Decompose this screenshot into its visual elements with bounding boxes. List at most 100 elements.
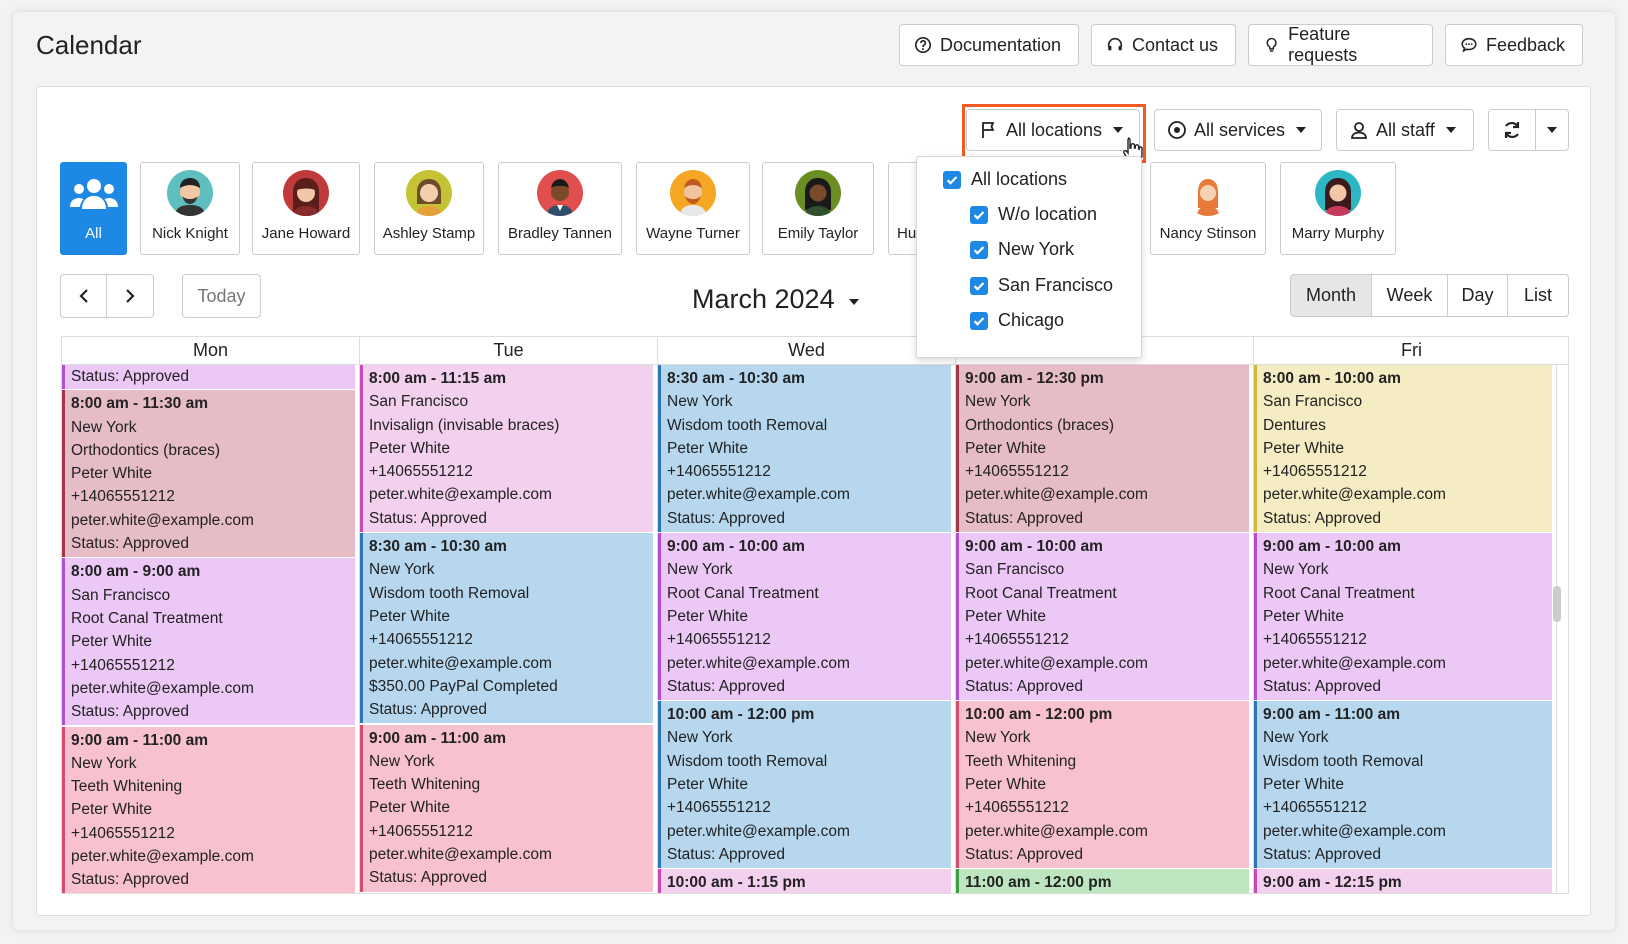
day-column-thu: 9:00 am - 12:30 pm New York Orthodontics (… [956,365,1254,893]
event-line: New York [369,561,435,579]
staff-filter[interactable]: All staff [1336,109,1474,151]
staff-filter-label: All staff [1376,119,1435,140]
calendar-event[interactable]: Status: Approved [62,365,355,390]
event-time: 9:00 am - 12:15 pm [1263,874,1402,892]
calendar-event[interactable]: 9:00 am - 10:00 am New York Root Canal Tre… [658,533,951,701]
page-title: Calendar [36,30,142,60]
calendar-event[interactable]: 8:30 am - 10:30 am New York Wisdom tooth R… [360,533,653,724]
view-week-button[interactable]: Week [1371,274,1448,317]
event-line: New York [71,418,137,436]
checkbox-checked-icon[interactable] [970,240,988,259]
feature-requests-button[interactable]: Feature requests [1248,24,1433,66]
location-option-label: All locations [971,169,1068,189]
event-line: San Francisco [1263,393,1363,411]
scrollbar-track[interactable] [1557,365,1568,893]
location-option-new-york[interactable]: New York [970,239,1074,260]
services-filter[interactable]: All services [1154,109,1322,151]
calendar-event[interactable]: 9:00 am - 12:15 pm [1254,869,1552,893]
staff-item-nick-knight[interactable]: Nick Knight [140,162,240,255]
checkbox-checked-icon[interactable] [970,311,988,330]
calendar-event[interactable]: 9:00 am - 11:00 am New York Teeth Whitenin… [62,726,355,893]
location-option-label: W/o location [998,204,1098,224]
checkbox-checked-icon[interactable] [943,170,961,189]
calendar-event[interactable]: 8:00 am - 11:15 am San Francisco Invisalig… [360,365,653,533]
event-line: Teeth Whitening [369,776,481,794]
staff-name: Nick Knight [152,225,228,242]
event-time: 9:00 am - 10:00 am [667,538,805,556]
feedback-button[interactable]: Feedback [1445,24,1583,66]
calendar-event[interactable]: 8:00 am - 9:00 am San Francisco Root Canal… [62,558,355,726]
event-time: 9:00 am - 10:00 am [1263,538,1401,556]
calendar-event[interactable]: 8:00 am - 10:00 am San Francisco Dentures P… [1254,365,1552,533]
day-column-wed: 8:30 am - 10:30 am New York Wisdom tooth R… [658,365,956,893]
staff-name: Bradley Tannen [508,225,612,242]
refresh-options-toggle[interactable] [1535,109,1569,151]
contact-us-button[interactable]: Contact us [1091,24,1236,66]
chevron-right-icon [126,289,135,303]
event-time: 8:00 am - 9:00 am [71,563,201,581]
event-line: Peter White [965,776,1046,794]
refresh-icon [1504,121,1520,139]
calendar-event[interactable]: 9:00 am - 10:00 am New York Root Canal Tre… [1254,533,1552,701]
next-button[interactable] [106,274,154,318]
day-column-tue: 8:00 am - 11:15 am San Francisco Invisalig… [360,365,658,893]
calendar-event[interactable]: 9:00 am - 11:00 am New York Wisdom tooth R… [1254,701,1552,869]
view-list-button[interactable]: List [1507,274,1569,317]
staff-item-nancy-stinson[interactable]: Nancy Stinson [1150,162,1266,255]
location-option-wo-location[interactable]: W/o location [970,204,1097,225]
event-line: New York [667,393,733,411]
event-line: peter.white@example.com [369,486,552,504]
event-time: 9:00 am - 12:30 pm [965,370,1104,387]
refresh-button[interactable] [1488,109,1536,151]
staff-item-wayne-turner[interactable]: Wayne Turner [636,162,750,255]
event-line: peter.white@example.com [71,679,254,697]
event-line: Status: Approved [965,677,1084,695]
checkbox-checked-icon[interactable] [970,276,988,295]
event-line: peter.white@example.com [369,845,552,863]
calendar-event[interactable]: 9:00 am - 10:00 am San Francisco Root Cana… [956,533,1249,701]
event-line: Peter White [667,776,748,794]
calendar-event[interactable]: 11:00 am - 12:00 pm [956,869,1249,893]
event-time: 9:00 am - 11:00 am [71,731,209,749]
event-time: 9:00 am - 10:00 am [965,538,1103,556]
location-option-san-francisco[interactable]: San Francisco [970,275,1113,296]
staff-item-ashley-stamp[interactable]: Ashley Stamp [374,162,484,255]
staff-item-jane-howard[interactable]: Jane Howard [252,162,360,255]
calendar-event[interactable]: 10:00 am - 12:00 pm New York Teeth Whiteni… [956,701,1249,869]
event-line: Status: Approved [667,677,786,695]
calendar-event[interactable]: 8:30 am - 10:30 am New York Wisdom tooth R… [658,365,951,533]
view-week-label: Week [1386,285,1433,305]
prev-button[interactable] [60,274,107,318]
calendar-event[interactable]: 10:00 am - 12:00 pm New York Wisdom tooth … [658,701,951,869]
chevron-down-icon [1296,127,1307,133]
staff-item-bradley-tannen[interactable]: Bradley Tannen [498,162,622,255]
scrollbar-thumb[interactable] [1553,586,1561,622]
location-option-all[interactable]: All locations [943,169,1067,190]
view-month-button[interactable]: Month [1290,274,1372,317]
staff-item-emily-taylor[interactable]: Emily Taylor [762,162,874,255]
event-time: 9:00 am - 11:00 am [369,729,507,747]
documentation-button[interactable]: Documentation [899,24,1079,66]
event-line: Status: Approved [369,509,488,527]
view-day-button[interactable]: Day [1447,274,1508,317]
calendar-event[interactable]: 9:00 am - 12:30 pm New York Orthodontics (… [956,365,1249,533]
location-option-label: New York [998,239,1075,259]
event-line: Root Canal Treatment [965,584,1117,602]
staff-name: Jane Howard [261,225,351,242]
calendar-event[interactable]: 10:00 am - 1:15 pm [658,869,951,893]
view-list-label: List [1523,285,1552,305]
event-line: Status: Approved [667,845,786,863]
calendar-event[interactable]: 9:00 am - 11:00 am New York Teeth Whitenin… [360,724,653,892]
event-line: New York [667,729,733,747]
staff-item-marry-murphy[interactable]: Marry Murphy [1280,162,1396,255]
checkbox-checked-icon[interactable] [970,205,988,224]
event-line: peter.white@example.com [71,847,254,865]
staff-item-all[interactable]: All [60,162,127,255]
calendar-event[interactable]: 8:00 am - 11:30 am New York Orthodontics (… [62,390,355,558]
location-option-chicago[interactable]: Chicago [970,310,1064,331]
today-button[interactable]: Today [182,274,261,318]
event-time: 8:00 am - 11:30 am [71,395,209,413]
event-line: Peter White [71,465,152,483]
event-line: peter.white@example.com [667,486,850,504]
month-title-dropdown[interactable]: March 2024 [692,284,859,315]
